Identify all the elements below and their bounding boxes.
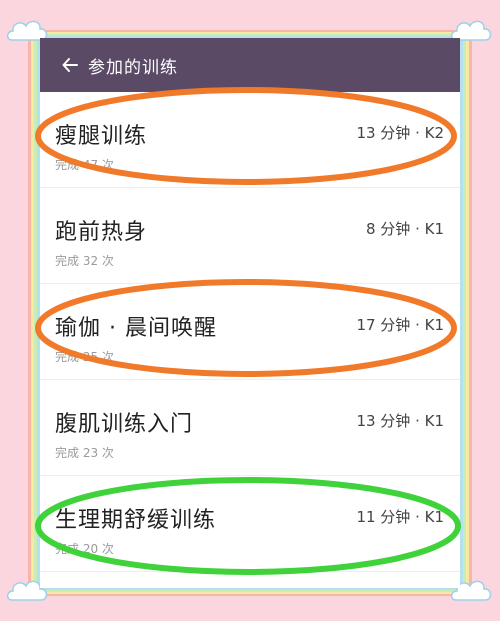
workout-duration-level: 13 分钟 · K1: [356, 412, 444, 430]
workout-completed-count: 完成 47 次: [55, 158, 114, 172]
workout-duration-level: 11 分钟 · K1: [356, 508, 444, 526]
workout-item-morning-yoga[interactable]: 瑜伽 · 晨间唤醒 17 分钟 · K1 完成 25 次: [40, 284, 460, 380]
page-title: 参加的训练: [88, 57, 178, 78]
workout-completed-count: 完成 23 次: [55, 446, 114, 460]
workout-title: 瘦腿训练: [55, 124, 148, 149]
workout-item-pre-run-warmup[interactable]: 跑前热身 8 分钟 · K1 完成 32 次: [40, 188, 460, 284]
back-button[interactable]: [52, 38, 88, 92]
workout-duration-level: 8 分钟 · K1: [366, 220, 444, 238]
app-bar: 参加的训练: [40, 38, 460, 92]
workout-item-abs-beginner[interactable]: 腹肌训练入门 13 分钟 · K1 完成 23 次: [40, 380, 460, 476]
workout-completed-count: 完成 32 次: [55, 254, 114, 268]
workout-completed-count: 完成 20 次: [55, 542, 114, 556]
workout-item-period-soothing[interactable]: 生理期舒缓训练 11 分钟 · K1 完成 20 次: [40, 476, 460, 572]
workout-title: 跑前热身: [55, 220, 148, 245]
workout-title: 瑜伽 · 晨间唤醒: [55, 316, 217, 341]
arrow-left-icon: [62, 58, 78, 72]
workout-title: 腹肌训练入门: [55, 412, 194, 437]
workout-duration-level: 17 分钟 · K1: [356, 316, 444, 334]
workout-completed-count: 完成 25 次: [55, 350, 114, 364]
workout-title: 生理期舒缓训练: [55, 508, 217, 533]
workout-list: 瘦腿训练 13 分钟 · K2 完成 47 次 跑前热身 8 分钟 · K1 完…: [40, 92, 460, 572]
workout-duration-level: 13 分钟 · K2: [356, 124, 444, 142]
workout-item-slim-legs[interactable]: 瘦腿训练 13 分钟 · K2 完成 47 次: [40, 92, 460, 188]
app-screen: 参加的训练 瘦腿训练 13 分钟 · K2 完成 47 次 跑前热身 8 分钟 …: [40, 38, 460, 588]
